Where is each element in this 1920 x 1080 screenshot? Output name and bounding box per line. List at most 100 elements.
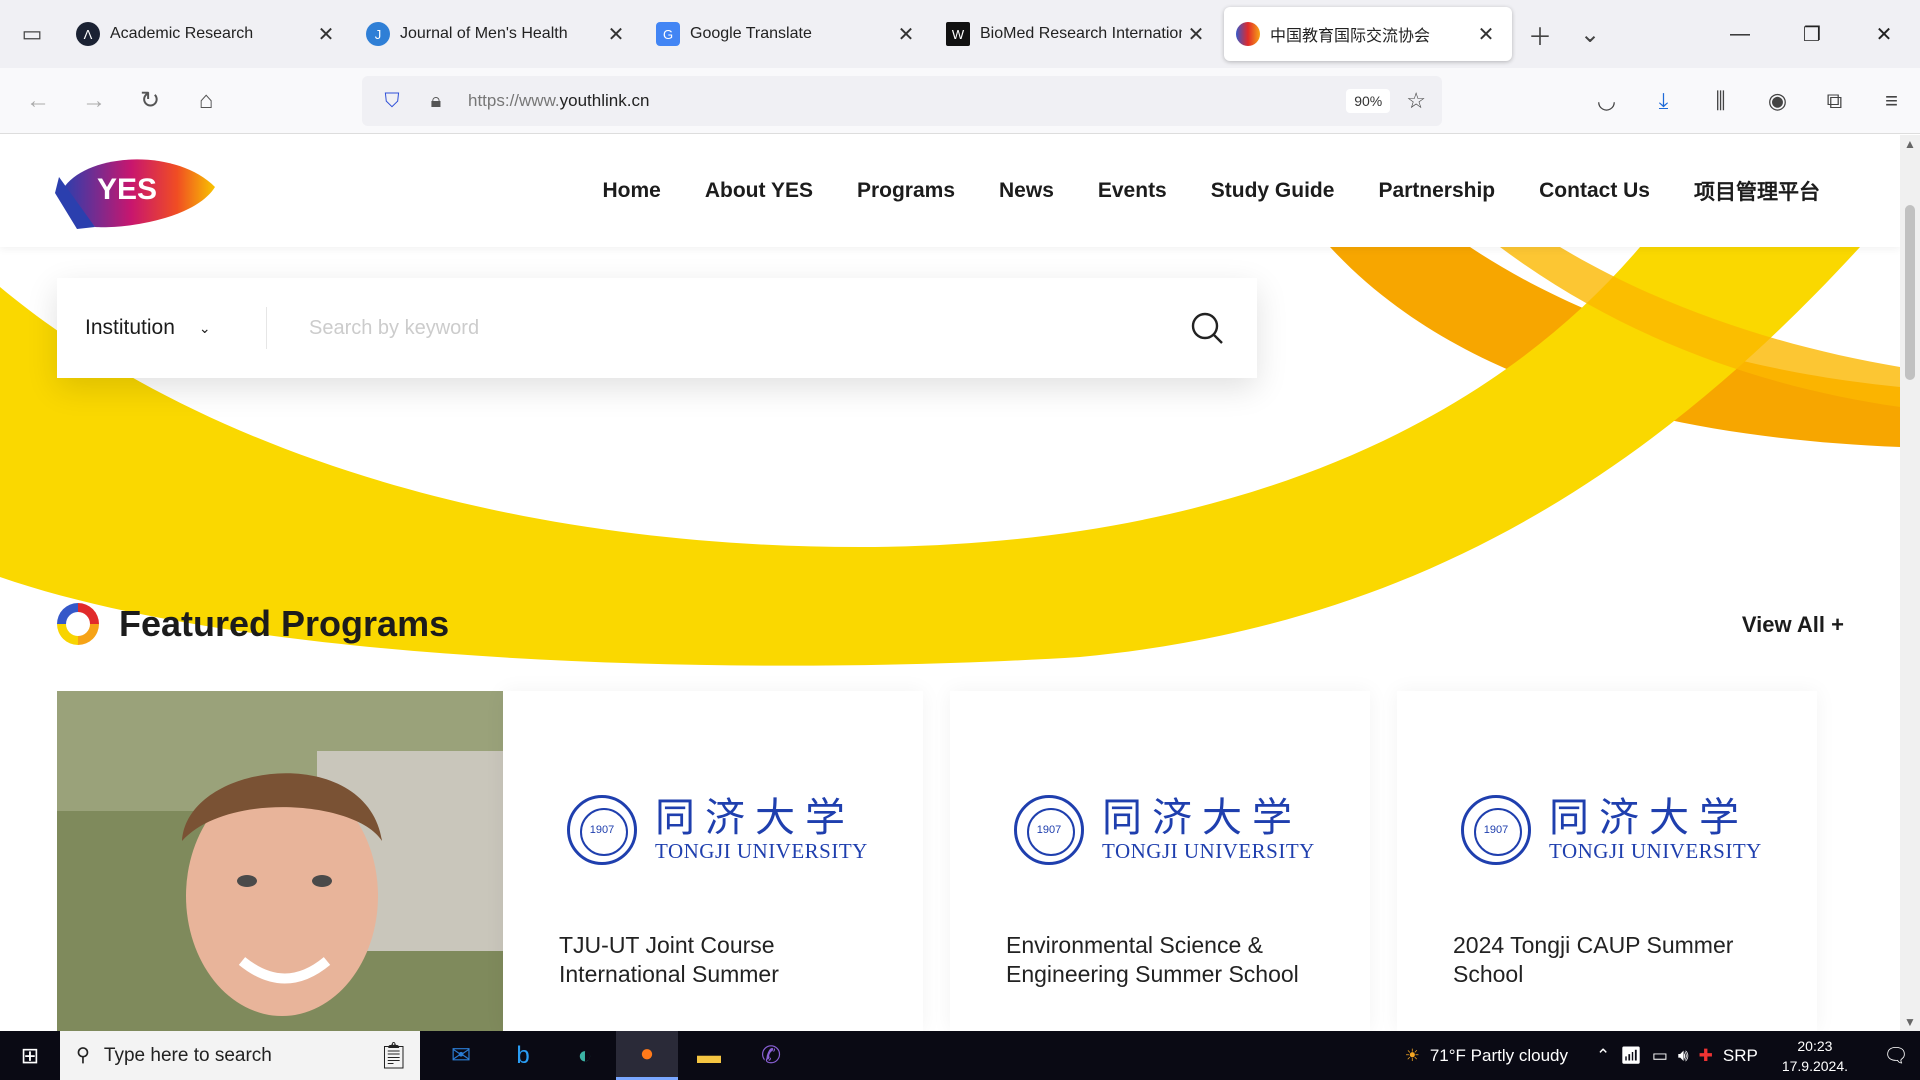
firefox-icon[interactable]: ● — [616, 1031, 678, 1080]
language-indicator[interactable]: SRP — [1723, 1046, 1758, 1066]
taskbar-search[interactable]: ⚲ Type here to search 📋︎ — [60, 1031, 420, 1080]
download-icon[interactable]: ⤓ — [1635, 88, 1692, 114]
menu-partnership[interactable]: Partnership — [1378, 179, 1495, 203]
university-cn: 同济大学 — [1102, 794, 1302, 841]
scroll-thumb[interactable] — [1905, 205, 1915, 380]
menu-news[interactable]: News — [999, 179, 1054, 203]
card-title[interactable]: Environmental Science & Engineering Summ… — [1006, 931, 1346, 989]
program-card[interactable]: 1907 同济大学 TONGJI UNIVERSITY Environmenta… — [950, 691, 1370, 1031]
notification-icon[interactable]: 🗨︎ — [1872, 1043, 1920, 1068]
clock[interactable]: 20:23 17.9.2024. — [1782, 1036, 1848, 1076]
search-box: Institution ⌄ — [57, 278, 1257, 378]
tab-2[interactable]: G Google Translate ✕ — [644, 7, 932, 61]
program-card[interactable]: 1907 同济大学 TONGJI UNIVERSITY TJU-UT Joint… — [503, 691, 923, 1031]
tab-0[interactable]: Λ Academic Research ✕ — [64, 7, 352, 61]
menu-about[interactable]: About YES — [705, 179, 813, 203]
close-window-icon[interactable]: ✕ — [1848, 0, 1920, 68]
menu-study-guide[interactable]: Study Guide — [1211, 179, 1335, 203]
tab-title: 中国教育国际交流协会 — [1270, 28, 1431, 45]
app-tray-icon[interactable]: ✚ — [1699, 1046, 1713, 1066]
seal-icon: 1907 — [1014, 795, 1084, 865]
system-tray: ☀ 71°F Partly cloudy ⌃ 📶︎ ▭ 🔊︎ ✚ SRP 20:… — [1405, 1031, 1920, 1080]
close-icon[interactable]: ✕ — [892, 22, 920, 47]
close-icon[interactable]: ✕ — [602, 22, 630, 47]
chevron-up-icon[interactable]: ⌃ — [1596, 1046, 1610, 1066]
tab-bar: ▭ Λ Academic Research ✕ J Journal of Men… — [0, 0, 1920, 68]
chevron-down-icon: ⌄ — [198, 319, 211, 336]
weather-text: 71°F Partly cloudy — [1429, 1045, 1568, 1065]
home-icon[interactable]: ⌂ — [178, 87, 234, 115]
university-cn: 同济大学 — [655, 794, 855, 841]
close-icon[interactable]: ✕ — [1182, 22, 1210, 47]
tab-list-icon[interactable]: ▭ — [0, 0, 64, 68]
forward-icon[interactable]: → — [66, 87, 122, 115]
shield-icon[interactable]: ⛉ — [370, 90, 414, 113]
tab-title: BioMed Research International — [980, 25, 1182, 42]
section-title: Featured Programs — [119, 603, 450, 644]
scroll-down-icon[interactable]: ▼ — [1900, 1015, 1920, 1029]
file-explorer-icon[interactable]: ▬ — [678, 1031, 740, 1080]
windows-start-icon[interactable]: ⊞ — [0, 1043, 60, 1069]
tongji-logo: 1907 同济大学 TONGJI UNIVERSITY — [567, 795, 868, 865]
yes-logo[interactable]: YES — [55, 149, 217, 229]
category-select[interactable]: Institution ⌄ — [57, 307, 267, 349]
scroll-up-icon[interactable]: ▲ — [1900, 137, 1920, 151]
ring-icon — [57, 603, 99, 645]
tab-3[interactable]: W BioMed Research International ✕ — [934, 7, 1222, 61]
reload-icon[interactable]: ↻ — [122, 86, 178, 115]
weather-icon: ☀ — [1404, 1045, 1420, 1065]
edge-icon[interactable]: ◐ — [554, 1031, 616, 1080]
new-tab-icon[interactable]: ＋ — [1528, 17, 1552, 52]
extensions-icon[interactable]: ⧉ — [1806, 88, 1863, 114]
menu-platform[interactable]: 项目管理平台 — [1694, 176, 1820, 206]
tongji-logo: 1907 同济大学 TONGJI UNIVERSITY — [1014, 795, 1315, 865]
a-icon: Λ — [76, 22, 100, 46]
lock-icon[interactable]: 🔒︎ — [414, 90, 458, 113]
search-icon[interactable] — [1157, 311, 1257, 345]
svg-text:YES: YES — [97, 173, 157, 206]
minimize-icon[interactable]: — — [1704, 0, 1776, 68]
tongji-logo: 1907 同济大学 TONGJI UNIVERSITY — [1461, 795, 1762, 865]
library-icon[interactable]: ⫼ — [1692, 88, 1749, 114]
search-input[interactable] — [267, 316, 1157, 340]
pocket-icon[interactable]: ◡ — [1578, 88, 1635, 114]
viber-icon[interactable]: ✆ — [740, 1031, 802, 1080]
network-icon[interactable]: 📶︎ — [1620, 1046, 1642, 1066]
bing-icon[interactable]: b — [492, 1031, 554, 1080]
menu-home[interactable]: Home — [602, 179, 660, 203]
search-highlight-icon: 📋︎ — [376, 1040, 410, 1070]
card-title[interactable]: TJU-UT Joint Course International Summer — [559, 931, 899, 989]
restore-icon[interactable]: ❐ — [1776, 0, 1848, 68]
menu-contact[interactable]: Contact Us — [1539, 179, 1650, 203]
volume-icon[interactable]: 🔊︎ — [1678, 1046, 1689, 1066]
tab-title: Academic Research — [110, 25, 254, 42]
outlook-icon[interactable]: ✉ — [430, 1031, 492, 1080]
menu-icon[interactable]: ≡ — [1863, 88, 1920, 114]
battery-icon[interactable]: ▭ — [1652, 1046, 1668, 1066]
weather-widget[interactable]: ☀ 71°F Partly cloudy — [1405, 1046, 1568, 1066]
address-bar[interactable]: ⛉ 🔒︎ https://www.youthlink.cn 90% ☆ — [362, 76, 1442, 126]
program-card[interactable]: 1907 同济大学 TONGJI UNIVERSITY 2024 Tongji … — [1397, 691, 1817, 1031]
card-title[interactable]: 2024 Tongji CAUP Summer School — [1453, 931, 1793, 989]
url-text[interactable]: https://www.youthlink.cn — [468, 91, 1346, 111]
tab-4[interactable]: 中国教育国际交流协会 ✕ — [1224, 7, 1512, 61]
account-icon[interactable]: ◉ — [1749, 88, 1806, 114]
menu-programs[interactable]: Programs — [857, 179, 955, 203]
zoom-badge[interactable]: 90% — [1346, 89, 1391, 113]
menu-events[interactable]: Events — [1098, 179, 1167, 203]
seal-icon: 1907 — [1461, 795, 1531, 865]
university-en: TONGJI UNIVERSITY — [1549, 838, 1762, 863]
journal-icon: J — [366, 22, 390, 46]
page-scrollbar[interactable]: ▲ ▼ — [1900, 135, 1920, 1031]
close-icon[interactable]: ✕ — [312, 22, 340, 47]
back-icon[interactable]: ← — [10, 87, 66, 115]
star-icon[interactable]: ☆ — [1406, 88, 1426, 114]
tab-1[interactable]: J Journal of Men's Health ✕ — [354, 7, 642, 61]
program-photo[interactable] — [57, 691, 503, 1031]
close-icon[interactable]: ✕ — [1472, 22, 1500, 47]
nav-bar: ← → ↻ ⌂ ⛉ 🔒︎ https://www.youthlink.cn 90… — [0, 68, 1920, 134]
chevron-down-icon[interactable]: ⌄ — [1580, 20, 1600, 49]
view-all-link[interactable]: View All + — [1742, 612, 1844, 638]
main-menu: Home About YES Programs News Events Stud… — [602, 135, 1820, 247]
translate-icon: G — [656, 22, 680, 46]
